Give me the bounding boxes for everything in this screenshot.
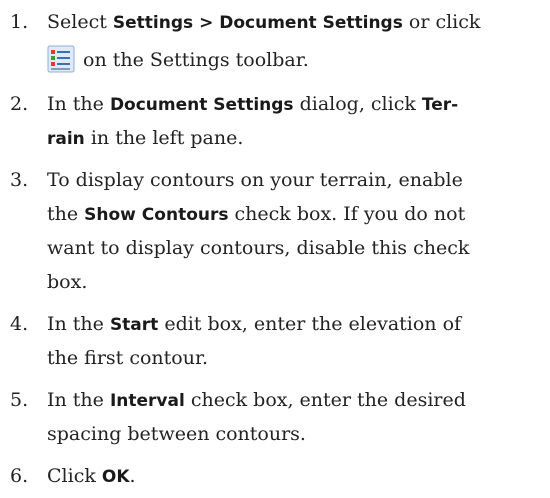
- step-number: 2.: [10, 93, 29, 115]
- document-settings-icon[interactable]: [47, 45, 75, 73]
- step-number: 6.: [10, 465, 29, 487]
- step-number: 5.: [10, 389, 29, 411]
- step-4-line-1: In the Start edit box, enter the elevati…: [47, 313, 462, 335]
- step-1-line-2: on the Settings toolbar.: [47, 43, 309, 77]
- step-5-line-1: In the Interval check box, enter the des…: [47, 389, 466, 411]
- step-3-line-3: want to display contours, disable this c…: [47, 237, 470, 259]
- dialog-name: Document Settings: [109, 95, 294, 115]
- step-4-line-2: the first contour.: [47, 347, 208, 369]
- checkbox-name: Show Contours: [84, 205, 229, 225]
- step-5-line-2: spacing between contours.: [47, 423, 306, 445]
- field-name: Start: [109, 315, 159, 335]
- ok-button-label: OK: [101, 467, 130, 487]
- step-3-line-2: the Show Contours check box. If you do n…: [47, 203, 466, 225]
- instructions-document: 1. Select Settings > Document Settings o…: [0, 0, 550, 498]
- step-2-line-1: In the Document Settings dialog, click T…: [47, 93, 459, 115]
- step-1-line-1: Select Settings > Document Settings or c…: [47, 11, 481, 33]
- field-name: Interval: [109, 391, 185, 411]
- step-number: 3.: [10, 169, 29, 191]
- menu-path: Settings > Document Settings: [112, 13, 403, 33]
- step-2-line-2: rain in the left pane.: [47, 127, 244, 149]
- pane-item: Ter-: [421, 95, 459, 115]
- pane-item: rain: [47, 129, 85, 149]
- step-6-line-1: Click OK.: [47, 465, 136, 487]
- step-3-line-1: To display contours on your terrain, ena…: [47, 169, 463, 191]
- step-number: 4.: [10, 313, 29, 335]
- step-number: 1.: [10, 11, 29, 33]
- step-3-line-4: box.: [47, 271, 88, 293]
